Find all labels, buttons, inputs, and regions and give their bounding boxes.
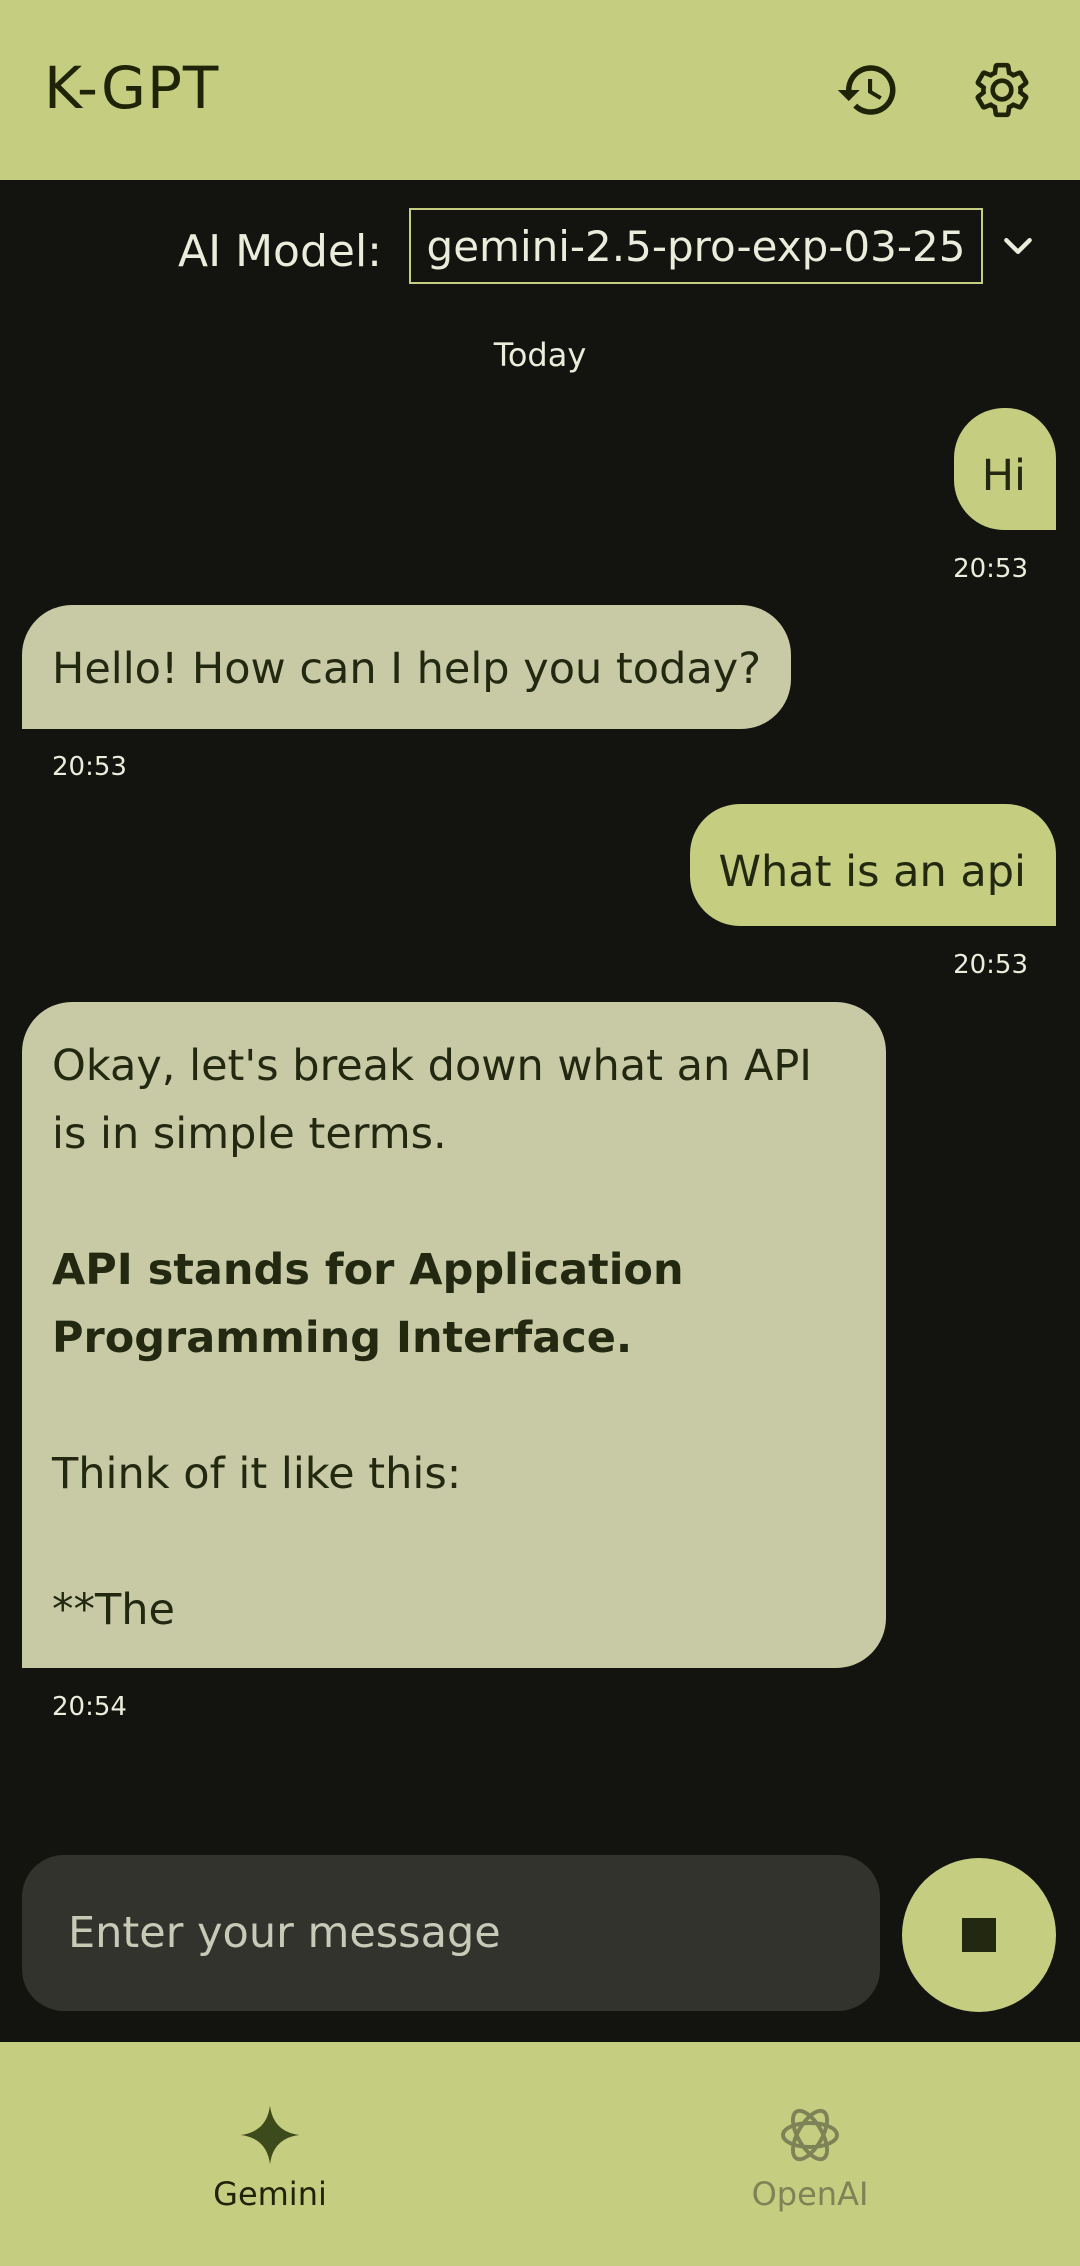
message-timestamp: 20:53 xyxy=(953,554,1028,584)
message-input[interactable] xyxy=(68,1855,848,2011)
message-timestamp: 20:53 xyxy=(953,950,1028,980)
app-title: K-GPT xyxy=(44,54,220,122)
message-timestamp: 20:54 xyxy=(52,1692,127,1722)
date-divider: Today xyxy=(493,336,587,374)
message-timestamp: 20:53 xyxy=(52,752,127,782)
message-text: Hi xyxy=(981,451,1026,501)
openai-logo-icon xyxy=(781,2108,839,2162)
message-paragraph: Okay, let's break down what an API is in… xyxy=(52,1041,812,1159)
nav-label: OpenAI xyxy=(751,2175,869,2213)
model-label: AI Model: xyxy=(178,226,382,277)
user-message-bubble[interactable]: Hi xyxy=(953,408,1056,530)
model-dropdown-button[interactable] xyxy=(992,220,1044,272)
model-select-value: gemini-2.5-pro-exp-03-25 xyxy=(426,221,966,271)
message-paragraph: Think of it like this: xyxy=(52,1449,462,1499)
message-paragraph: **The xyxy=(52,1585,175,1635)
message-text: Hello! How can I help you today? xyxy=(52,644,762,694)
bottom-navigation: Gemini OpenAI xyxy=(0,2042,1080,2266)
message-composer xyxy=(22,1855,880,2011)
user-message-bubble[interactable]: What is an api xyxy=(690,804,1056,926)
chevron-down-icon xyxy=(1004,238,1032,254)
model-selector-row: AI Model: gemini-2.5-pro-exp-03-25 xyxy=(0,180,1080,320)
gemini-sparkle-icon xyxy=(240,2105,300,2165)
nav-item-openai[interactable]: OpenAI xyxy=(540,2042,1080,2266)
assistant-message-bubble[interactable]: Okay, let's break down what an API is in… xyxy=(22,1002,886,1668)
nav-label: Gemini xyxy=(213,2175,327,2213)
gear-icon xyxy=(975,62,1029,118)
model-select[interactable]: gemini-2.5-pro-exp-03-25 xyxy=(409,208,983,284)
stop-icon xyxy=(962,1918,996,1952)
settings-button[interactable] xyxy=(962,50,1042,130)
message-text: What is an api xyxy=(718,847,1026,897)
assistant-message-bubble[interactable]: Hello! How can I help you today? xyxy=(22,605,792,729)
stop-generation-button[interactable] xyxy=(902,1858,1056,2012)
history-icon xyxy=(837,65,896,115)
top-app-bar: K-GPT xyxy=(0,0,1080,180)
nav-item-gemini[interactable]: Gemini xyxy=(0,2042,540,2266)
message-paragraph-bold: API stands for Application Programming I… xyxy=(52,1245,684,1363)
history-button[interactable] xyxy=(828,50,908,130)
